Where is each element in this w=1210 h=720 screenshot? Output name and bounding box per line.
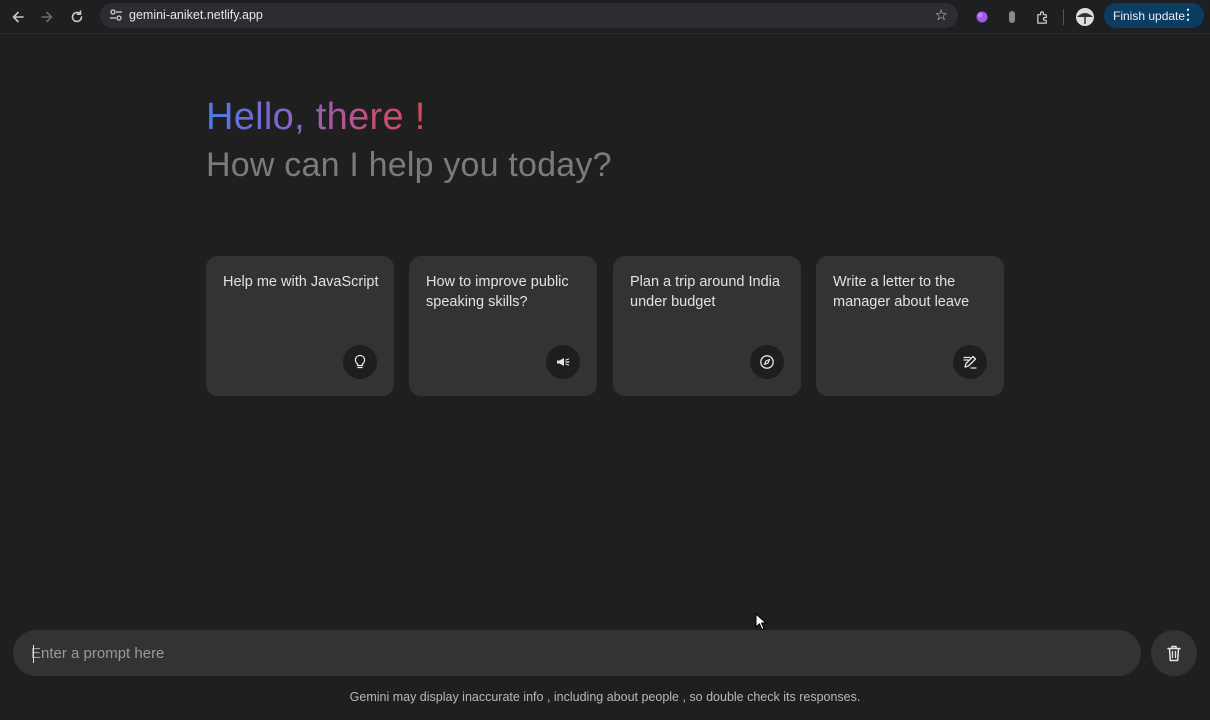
- prompt-bar: [13, 630, 1141, 676]
- more-options-icon[interactable]: ⋮: [1181, 6, 1195, 23]
- lightbulb-icon: [343, 345, 377, 379]
- suggestion-card[interactable]: Write a letter to the manager about leav…: [816, 256, 1004, 396]
- arrow-left-icon: [12, 11, 24, 23]
- extensions-puzzle-icon[interactable]: [1031, 6, 1053, 28]
- disclaimer-text: Gemini may display inaccurate info , inc…: [349, 690, 861, 704]
- browser-toolbar: gemini-aniket.netlify.app ☆ Finish updat…: [0, 0, 1210, 34]
- delete-chat-button[interactable]: [1151, 630, 1197, 676]
- star-icon[interactable]: ☆: [935, 6, 948, 24]
- megaphone-icon: [546, 345, 580, 379]
- prompt-input[interactable]: [31, 630, 1121, 676]
- site-settings-icon[interactable]: [108, 7, 124, 23]
- suggestion-list: Help me with JavaScript How to improve p…: [206, 256, 1004, 396]
- reload-button[interactable]: [65, 5, 89, 29]
- url-text[interactable]: gemini-aniket.netlify.app: [129, 8, 263, 22]
- suggestion-text: Help me with JavaScript: [223, 274, 379, 290]
- toolbar-divider: [1063, 9, 1064, 25]
- address-bar[interactable]: gemini-aniket.netlify.app ☆: [100, 3, 958, 28]
- extension-icon[interactable]: [1001, 6, 1023, 28]
- arrow-right-icon: [41, 11, 53, 23]
- text-caret: [33, 645, 34, 663]
- forward-button[interactable]: [35, 5, 59, 29]
- extension-gemini-icon[interactable]: [971, 6, 993, 28]
- greeting-title: Hello, there !: [206, 96, 426, 138]
- suggestion-card[interactable]: How to improve public speaking skills?: [409, 256, 597, 396]
- suggestion-text: Write a letter to the manager about leav…: [833, 274, 970, 310]
- back-button[interactable]: [6, 5, 30, 29]
- profile-avatar[interactable]: [1074, 6, 1096, 28]
- compass-icon: [750, 345, 784, 379]
- reload-icon: [71, 10, 83, 23]
- finish-update-label: Finish update: [1113, 8, 1186, 23]
- finish-update-button[interactable]: Finish update ⋮: [1104, 3, 1204, 28]
- suggestion-card[interactable]: Plan a trip around India under budget: [613, 256, 801, 396]
- trash-icon: [1167, 645, 1181, 661]
- suggestion-card[interactable]: Help me with JavaScript: [206, 256, 394, 396]
- edit-note-icon: [953, 345, 987, 379]
- suggestion-text: Plan a trip around India under budget: [630, 274, 780, 310]
- mouse-pointer-icon: [755, 613, 767, 631]
- greeting-subtitle: How can I help you today?: [206, 146, 612, 184]
- suggestion-text: How to improve public speaking skills?: [426, 274, 569, 310]
